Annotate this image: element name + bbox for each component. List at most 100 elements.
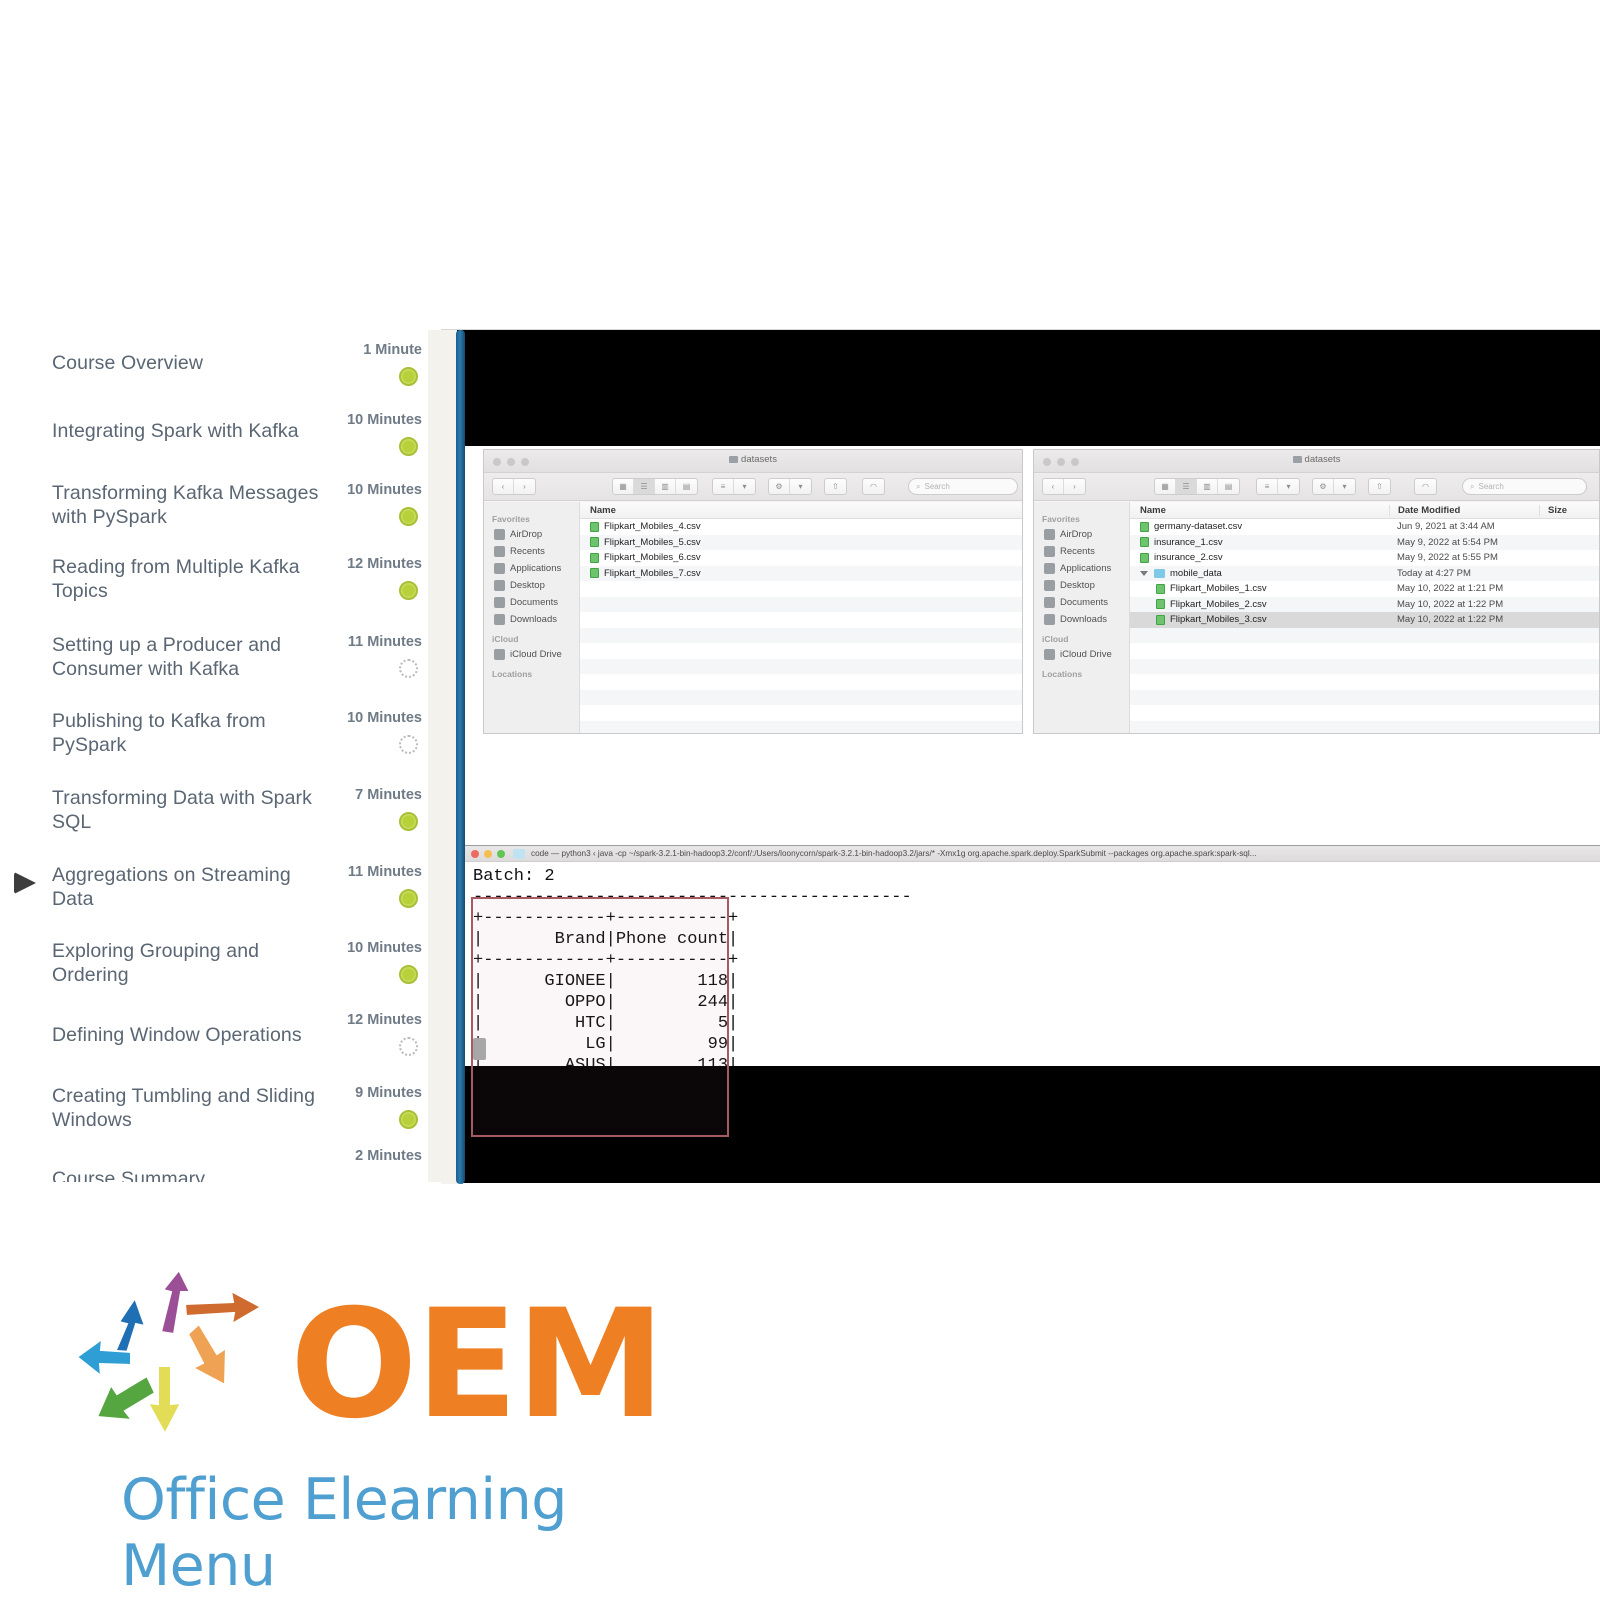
finder-sidebar-item-icloud-drive[interactable]: iCloud Drive <box>484 646 579 663</box>
lesson-title[interactable]: Transforming Kafka Messages with PySpark <box>52 482 327 529</box>
action-menu-left[interactable]: ⚙ ▾ <box>768 478 812 495</box>
finder-sidebar-item-documents[interactable]: Documents <box>484 594 579 611</box>
nav-back-forward-group-right[interactable]: ‹ › <box>1042 478 1086 495</box>
chevron-down-icon[interactable]: ▾ <box>790 479 811 494</box>
column-header-name[interactable]: Name <box>580 505 1022 516</box>
finder-toolbar-left[interactable]: ‹ › ▦ ☰ ▥ ▤ ≡ ▾ ⚙ ▾ ⇧ ◠ ⌕ Search <box>484 473 1022 501</box>
disclosure-triangle-icon[interactable] <box>1140 570 1148 576</box>
lesson-completed-icon[interactable] <box>399 581 418 600</box>
column-view-icon[interactable]: ▥ <box>655 479 676 494</box>
lesson-title[interactable]: Exploring Grouping and Ordering <box>52 940 327 987</box>
finder-file-list-right[interactable]: Name Date Modified Size germany-dataset.… <box>1130 502 1599 733</box>
lesson-completed-icon[interactable] <box>399 812 418 831</box>
tags-button-left[interactable]: ◠ <box>862 478 885 495</box>
table-row[interactable]: Flipkart_Mobiles_2.csv May 10, 2022 at 1:… <box>1130 596 1599 612</box>
share-icon[interactable]: ⇧ <box>1369 479 1390 494</box>
minimize-icon[interactable] <box>484 849 492 858</box>
finder-sidebar-item-desktop[interactable]: Desktop <box>1034 577 1129 594</box>
share-icon[interactable]: ⇧ <box>825 479 846 494</box>
finder-window-left[interactable]: datasets ‹ › ▦ ☰ ▥ ▤ ≡ ▾ ⚙ ▾ ⇧ ◠ ⌕ Searc… <box>483 449 1023 734</box>
lesson-title[interactable]: Course Overview <box>52 352 327 376</box>
close-icon[interactable] <box>471 849 479 858</box>
table-row[interactable]: Flipkart_Mobiles_3.csv May 10, 2022 at 1:… <box>1130 612 1599 628</box>
finder-sidebar-right[interactable]: Favorites AirDrop Recents Applications Deskt… <box>1034 502 1130 733</box>
list-view-icon[interactable]: ☰ <box>634 479 655 494</box>
lesson-incomplete-icon[interactable] <box>399 659 418 678</box>
lesson-title[interactable]: Transforming Data with Spark SQL <box>52 787 327 834</box>
maximize-icon[interactable] <box>497 849 505 858</box>
lesson-title[interactable]: Defining Window Operations <box>52 1024 327 1048</box>
search-input-right[interactable]: ⌕ Search <box>1462 478 1587 495</box>
lesson-completed-icon[interactable] <box>399 367 418 386</box>
chevron-down-icon[interactable]: ▾ <box>734 479 755 494</box>
lesson-completed-icon[interactable] <box>399 1110 418 1129</box>
chevron-down-icon[interactable]: ▾ <box>1334 479 1355 494</box>
terminal-scrollbar-thumb[interactable] <box>473 1038 486 1060</box>
back-icon[interactable]: ‹ <box>1043 479 1064 494</box>
finder-toolbar-right[interactable]: ‹ › ▦ ☰ ▥ ▤ ≡ ▾ ⚙ ▾ ⇧ ◠ ⌕ Search <box>1034 473 1599 501</box>
finder-sidebar-item-desktop[interactable]: Desktop <box>484 577 579 594</box>
table-row[interactable]: mobile_data Today at 4:27 PM <box>1130 565 1599 581</box>
terminal-titlebar[interactable]: code — python3 ‹ java -cp ~/spark-3.2.1-… <box>465 846 1600 862</box>
column-header-size[interactable]: Size <box>1539 504 1599 516</box>
lesson-completed-icon[interactable] <box>399 889 418 908</box>
finder-window-right[interactable]: datasets ‹ › ▦ ☰ ▥ ▤ ≡ ▾ ⚙ ▾ ⇧ ◠ ⌕ Searc… <box>1033 449 1600 734</box>
nav-back-forward-group-left[interactable]: ‹ › <box>492 478 536 495</box>
view-mode-group-left[interactable]: ▦ ☰ ▥ ▤ <box>612 478 698 495</box>
group-by-icon[interactable]: ≡ <box>1257 479 1278 494</box>
tag-icon[interactable]: ◠ <box>1415 479 1436 494</box>
lesson-completed-icon[interactable] <box>399 965 418 984</box>
group-by-menu-right[interactable]: ≡ ▾ <box>1256 478 1300 495</box>
lesson-title[interactable]: Setting up a Producer and Consumer with … <box>52 634 327 681</box>
finder-file-list-left[interactable]: Name Flipkart_Mobiles_4.csv Flipkart_Mobi… <box>580 502 1022 733</box>
column-header-name[interactable]: Name <box>1130 505 1389 516</box>
gallery-view-icon[interactable]: ▤ <box>1218 479 1239 494</box>
group-by-menu-left[interactable]: ≡ ▾ <box>712 478 756 495</box>
table-row[interactable]: insurance_2.csv May 9, 2022 at 5:55 PM <box>1130 550 1599 566</box>
table-row[interactable]: germany-dataset.csv Jun 9, 2021 at 3:44 A… <box>1130 519 1599 535</box>
share-button-left[interactable]: ⇧ <box>824 478 847 495</box>
icon-view-icon[interactable]: ▦ <box>1155 479 1176 494</box>
table-row[interactable]: Flipkart_Mobiles_4.csv <box>580 519 1022 535</box>
search-input-left[interactable]: ⌕ Search <box>908 478 1018 495</box>
finder-titlebar-left[interactable]: datasets <box>484 450 1022 473</box>
column-view-icon[interactable]: ▥ <box>1197 479 1218 494</box>
finder-sidebar-item-recents[interactable]: Recents <box>1034 543 1129 560</box>
finder-sidebar-item-applications[interactable]: Applications <box>484 560 579 577</box>
lesson-completed-icon[interactable] <box>399 437 418 456</box>
terminal-window[interactable]: code — python3 ‹ java -cp ~/spark-3.2.1-… <box>465 845 1600 1137</box>
column-header-date-modified[interactable]: Date Modified <box>1389 504 1539 516</box>
view-mode-group-right[interactable]: ▦ ☰ ▥ ▤ <box>1154 478 1240 495</box>
lesson-title[interactable]: Integrating Spark with Kafka <box>52 420 327 444</box>
page-scrollbar-track[interactable] <box>441 330 465 1184</box>
finder-list-header-right[interactable]: Name Date Modified Size <box>1130 502 1599 519</box>
tags-button-right[interactable]: ◠ <box>1414 478 1437 495</box>
lesson-title[interactable]: Course Summary <box>52 1168 327 1182</box>
finder-sidebar-item-downloads[interactable]: Downloads <box>484 611 579 628</box>
forward-icon[interactable]: › <box>514 479 535 494</box>
finder-sidebar-item-airdrop[interactable]: AirDrop <box>484 526 579 543</box>
lesson-title[interactable]: Reading from Multiple Kafka Topics <box>52 556 327 603</box>
list-view-icon[interactable]: ☰ <box>1176 479 1197 494</box>
finder-sidebar-item-downloads[interactable]: Downloads <box>1034 611 1129 628</box>
lesson-incomplete-icon[interactable] <box>399 735 418 754</box>
finder-sidebar-item-recents[interactable]: Recents <box>484 543 579 560</box>
icon-view-icon[interactable]: ▦ <box>613 479 634 494</box>
table-row[interactable]: Flipkart_Mobiles_6.csv <box>580 550 1022 566</box>
table-row[interactable]: insurance_1.csv May 9, 2022 at 5:54 PM <box>1130 534 1599 550</box>
table-row[interactable]: Flipkart_Mobiles_1.csv May 10, 2022 at 1:… <box>1130 581 1599 597</box>
gear-icon[interactable]: ⚙ <box>769 479 790 494</box>
lesson-title[interactable]: Aggregations on Streaming Data <box>52 864 327 911</box>
table-row[interactable]: Flipkart_Mobiles_7.csv <box>580 565 1022 581</box>
finder-sidebar-left[interactable]: Favorites AirDrop Recents Applications Deskt… <box>484 502 580 733</box>
page-scrollbar-thumb[interactable] <box>456 330 465 1184</box>
finder-list-header-left[interactable]: Name <box>580 502 1022 519</box>
tag-icon[interactable]: ◠ <box>863 479 884 494</box>
video-player[interactable]: datasets ‹ › ▦ ☰ ▥ ▤ ≡ ▾ ⚙ ▾ ⇧ ◠ ⌕ Searc… <box>441 329 1600 1184</box>
back-icon[interactable]: ‹ <box>493 479 514 494</box>
lesson-incomplete-icon[interactable] <box>399 1037 418 1056</box>
forward-icon[interactable]: › <box>1064 479 1085 494</box>
lesson-completed-icon[interactable] <box>399 507 418 526</box>
finder-sidebar-item-documents[interactable]: Documents <box>1034 594 1129 611</box>
table-row[interactable]: Flipkart_Mobiles_5.csv <box>580 534 1022 550</box>
